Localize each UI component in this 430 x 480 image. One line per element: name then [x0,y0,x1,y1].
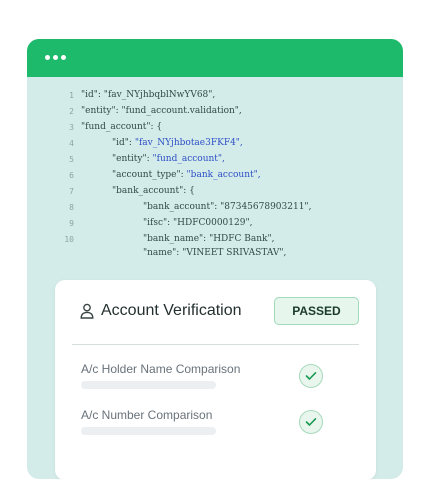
line-number: 2 [69,107,74,116]
line-number: 1 [69,91,74,100]
code-token: "account_type": [112,170,187,180]
code-token: "name": "VINEET SRIVASTAV", [143,248,287,258]
code-token: "fund_account": { [81,122,163,132]
check-label: A/c Number Comparison [81,408,213,422]
window-titlebar [27,39,403,77]
line-number: 8 [69,203,74,212]
code-text: "fund_account": { [81,122,162,132]
verification-panel: Account Verification PASSED A/c Holder N… [55,280,376,480]
code-token: "entity": "fund_account.validation", [81,106,242,116]
code-token: "bank_account": "87345678903211", [143,202,312,212]
more-dots-icon [45,55,66,60]
line-number: 7 [69,187,74,196]
line-number: 10 [64,235,74,244]
code-value: "fav_NYjhbotae3FKF4", [134,138,243,148]
line-number: 6 [69,171,74,180]
divider [72,344,359,345]
placeholder-bar [81,381,216,389]
code-text: "bank_name": "HDFC Bank", [143,234,275,244]
code-text: "id": "fav_NYjhbqblNwYV68", [81,90,215,100]
user-icon [80,303,94,319]
code-token: "entity": [112,154,153,164]
placeholder-bar [81,427,216,435]
code-text: "account_type": "bank_account", [112,170,261,180]
panel-title: Account Verification [101,302,242,319]
check-icon [299,364,323,388]
code-token: "id": "fav_NYjhbqblNwYV68", [81,90,216,100]
check-icon [299,410,323,434]
code-token: "bank_account": { [112,186,195,196]
code-text: "entity": "fund_account", [112,154,225,164]
code-token: "bank_name": "HDFC Bank", [143,234,275,244]
status-badge: PASSED [274,297,359,325]
code-text: "bank_account": "87345678903211", [143,202,311,212]
code-text: "ifsc": "HDFC0000129", [143,218,252,228]
line-number: 3 [69,123,74,132]
code-value: "bank_account", [186,170,261,180]
check-label: A/c Holder Name Comparison [81,362,241,376]
line-number: 5 [69,155,74,164]
panel-header: Account Verification [80,302,242,320]
line-number: 9 [69,219,74,228]
code-text: "id": "fav_NYjhbotae3FKF4", [112,138,243,148]
code-text: "bank_account": { [112,186,195,196]
check-row: A/c Holder Name Comparison [81,362,361,402]
code-token: "id": [112,138,135,148]
code-value: "fund_account", [152,154,225,164]
code-text: "entity": "fund_account.validation", [81,106,242,116]
code-text: "name": "VINEET SRIVASTAV", [143,248,286,258]
check-row: A/c Number Comparison [81,408,361,448]
code-token: "ifsc": "HDFC0000129", [143,218,253,228]
line-number: 4 [69,139,74,148]
